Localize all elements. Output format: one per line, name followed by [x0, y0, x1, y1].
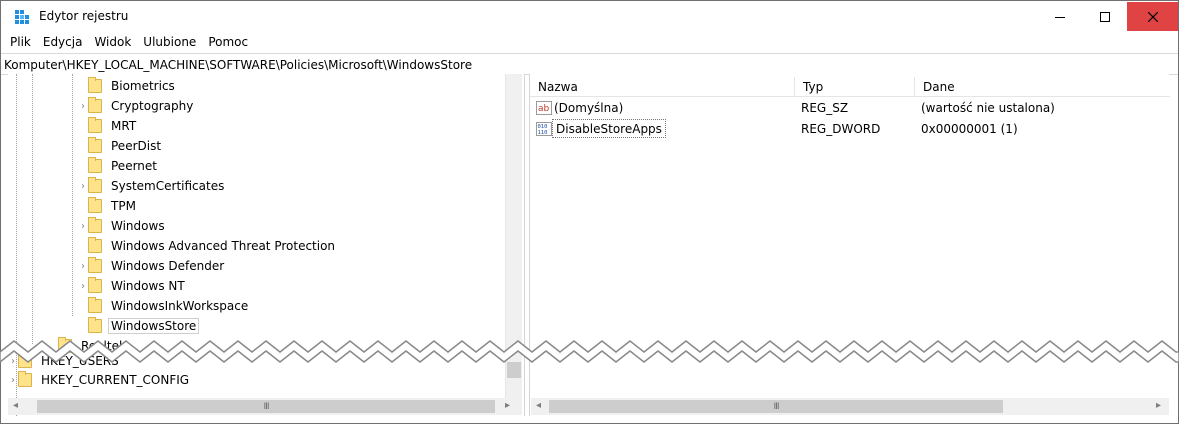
chevron-right-icon[interactable]: › [78, 276, 88, 296]
tree-item-label: MRT [111, 119, 137, 133]
list-header: Nazwa Typ Dane [530, 77, 1170, 97]
folder-icon [88, 157, 102, 173]
folder-icon [88, 137, 102, 153]
string-value-icon: ab [536, 101, 552, 115]
tree-item-label: Windows [111, 219, 165, 233]
tree-item-label: HKEY_CURRENT_CONFIG [41, 373, 190, 387]
tree-horizontal-scroll-thumb[interactable]: III [37, 400, 495, 413]
tree-item-windowsstore[interactable]: WindowsStore [78, 316, 200, 336]
chevron-right-icon[interactable]: › [8, 370, 18, 390]
scroll-left-arrow-icon[interactable]: ◂ [536, 400, 541, 411]
folder-icon [88, 237, 102, 253]
tree-item-label: Peernet [111, 159, 157, 173]
tree-item-windows-atp[interactable]: Windows Advanced Threat Protection [78, 236, 338, 256]
tree-item-label-selected: WindowsStore [108, 318, 200, 334]
menu-ulubione[interactable]: Ulubione [143, 32, 196, 52]
window-title: Edytor rejestru [39, 9, 129, 23]
column-header-name[interactable]: Nazwa [530, 77, 795, 97]
folder-icon [88, 117, 102, 133]
menu-plik[interactable]: Plik [10, 32, 31, 52]
value-data: 0x00000001 (1) [921, 122, 1018, 136]
tree-item-label: WindowsInkWorkspace [111, 299, 249, 313]
tree-item-label: SystemCertificates [111, 179, 225, 193]
tree-item-label: Biometrics [111, 79, 175, 93]
close-icon [1147, 11, 1158, 22]
svg-text:110: 110 [538, 130, 548, 136]
tree-item-windows[interactable]: › Windows [78, 216, 168, 236]
folder-icon [18, 371, 32, 387]
tree-item-windows-nt[interactable]: › Windows NT [78, 276, 188, 296]
folder-icon [88, 277, 102, 293]
tree-item-label: Windows Advanced Threat Protection [111, 239, 336, 253]
chevron-right-icon[interactable]: › [78, 96, 88, 116]
tree-item-windowsinkworkspace[interactable]: WindowsInkWorkspace [78, 296, 251, 316]
svg-text:ab: ab [538, 104, 550, 114]
tree-item-label: Cryptography [111, 99, 194, 113]
tree-item-hkey-current-config[interactable]: › HKEY_CURRENT_CONFIG [8, 370, 192, 390]
title-bar: Edytor rejestru [1, 1, 1178, 32]
scroll-right-arrow-icon[interactable]: ▸ [505, 400, 510, 411]
menu-edycja[interactable]: Edycja [43, 32, 83, 52]
value-row[interactable]: ab (Domyślna) REG_SZ (wartość nie ustalo… [530, 98, 1170, 118]
tree-item-label: TPM [111, 199, 136, 213]
tree-item-biometrics[interactable]: Biometrics [78, 76, 178, 96]
folder-icon [88, 297, 102, 313]
minimize-button[interactable] [1037, 2, 1082, 31]
folder-icon [88, 317, 102, 333]
folder-icon [88, 177, 102, 193]
close-button[interactable] [1127, 2, 1178, 31]
tree-item-label: Windows Defender [111, 259, 225, 273]
tree-item-label: PeerDist [111, 139, 162, 153]
value-name: DisableStoreApps [556, 122, 662, 136]
maximize-button[interactable] [1082, 2, 1127, 31]
minimize-icon [1054, 16, 1065, 18]
chevron-right-icon[interactable]: › [78, 256, 88, 276]
folder-icon [88, 77, 102, 93]
tree-item-tpm[interactable]: TPM [78, 196, 139, 216]
menu-pomoc[interactable]: Pomoc [208, 32, 248, 52]
scroll-grip-icon: III [263, 401, 270, 412]
value-row[interactable]: 010 110 DisableStoreApps REG_DWORD 0x000… [530, 119, 1170, 139]
chevron-right-icon[interactable]: › [78, 176, 88, 196]
tree-item-systemcertificates[interactable]: › SystemCertificates [78, 176, 227, 196]
value-type: REG_DWORD [801, 122, 881, 136]
value-name: (Domyślna) [554, 101, 624, 115]
address-bar[interactable]: Komputer\HKEY_LOCAL_MACHINE\SOFTWARE\Pol… [1, 53, 1178, 75]
value-name-focused: DisableStoreApps [552, 119, 666, 138]
folder-icon [88, 217, 102, 233]
tree-item-label: Windows NT [111, 279, 185, 293]
folder-icon [88, 197, 102, 213]
column-header-type[interactable]: Typ [795, 77, 915, 97]
value-data: (wartość nie ustalona) [921, 101, 1055, 115]
column-header-data[interactable]: Dane [915, 77, 1170, 97]
tree-item-cryptography[interactable]: › Cryptography [78, 96, 196, 116]
chevron-right-icon[interactable]: › [78, 216, 88, 236]
binary-value-icon: 010 110 [536, 122, 552, 136]
menu-bar: Plik Edycja Widok Ulubione Pomoc [1, 32, 1178, 52]
tree-item-peerdist[interactable]: PeerDist [78, 136, 164, 156]
folder-icon [88, 257, 102, 273]
tree-item-peernet[interactable]: Peernet [78, 156, 160, 176]
folder-icon [88, 97, 102, 113]
tree-item-windows-defender[interactable]: › Windows Defender [78, 256, 227, 276]
scroll-left-arrow-icon[interactable]: ◂ [13, 400, 18, 411]
tree-item-mrt[interactable]: MRT [78, 116, 139, 136]
menu-widok[interactable]: Widok [94, 32, 131, 52]
torn-edge-decoration [0, 340, 1179, 363]
address-path[interactable]: Komputer\HKEY_LOCAL_MACHINE\SOFTWARE\Pol… [4, 58, 472, 72]
scroll-right-arrow-icon[interactable]: ▸ [1156, 400, 1161, 411]
maximize-icon [1099, 11, 1110, 22]
values-horizontal-scroll-thumb[interactable]: III [549, 400, 1003, 413]
value-type: REG_SZ [801, 101, 849, 115]
registry-app-icon [15, 10, 29, 24]
scroll-grip-icon: III [773, 401, 780, 412]
